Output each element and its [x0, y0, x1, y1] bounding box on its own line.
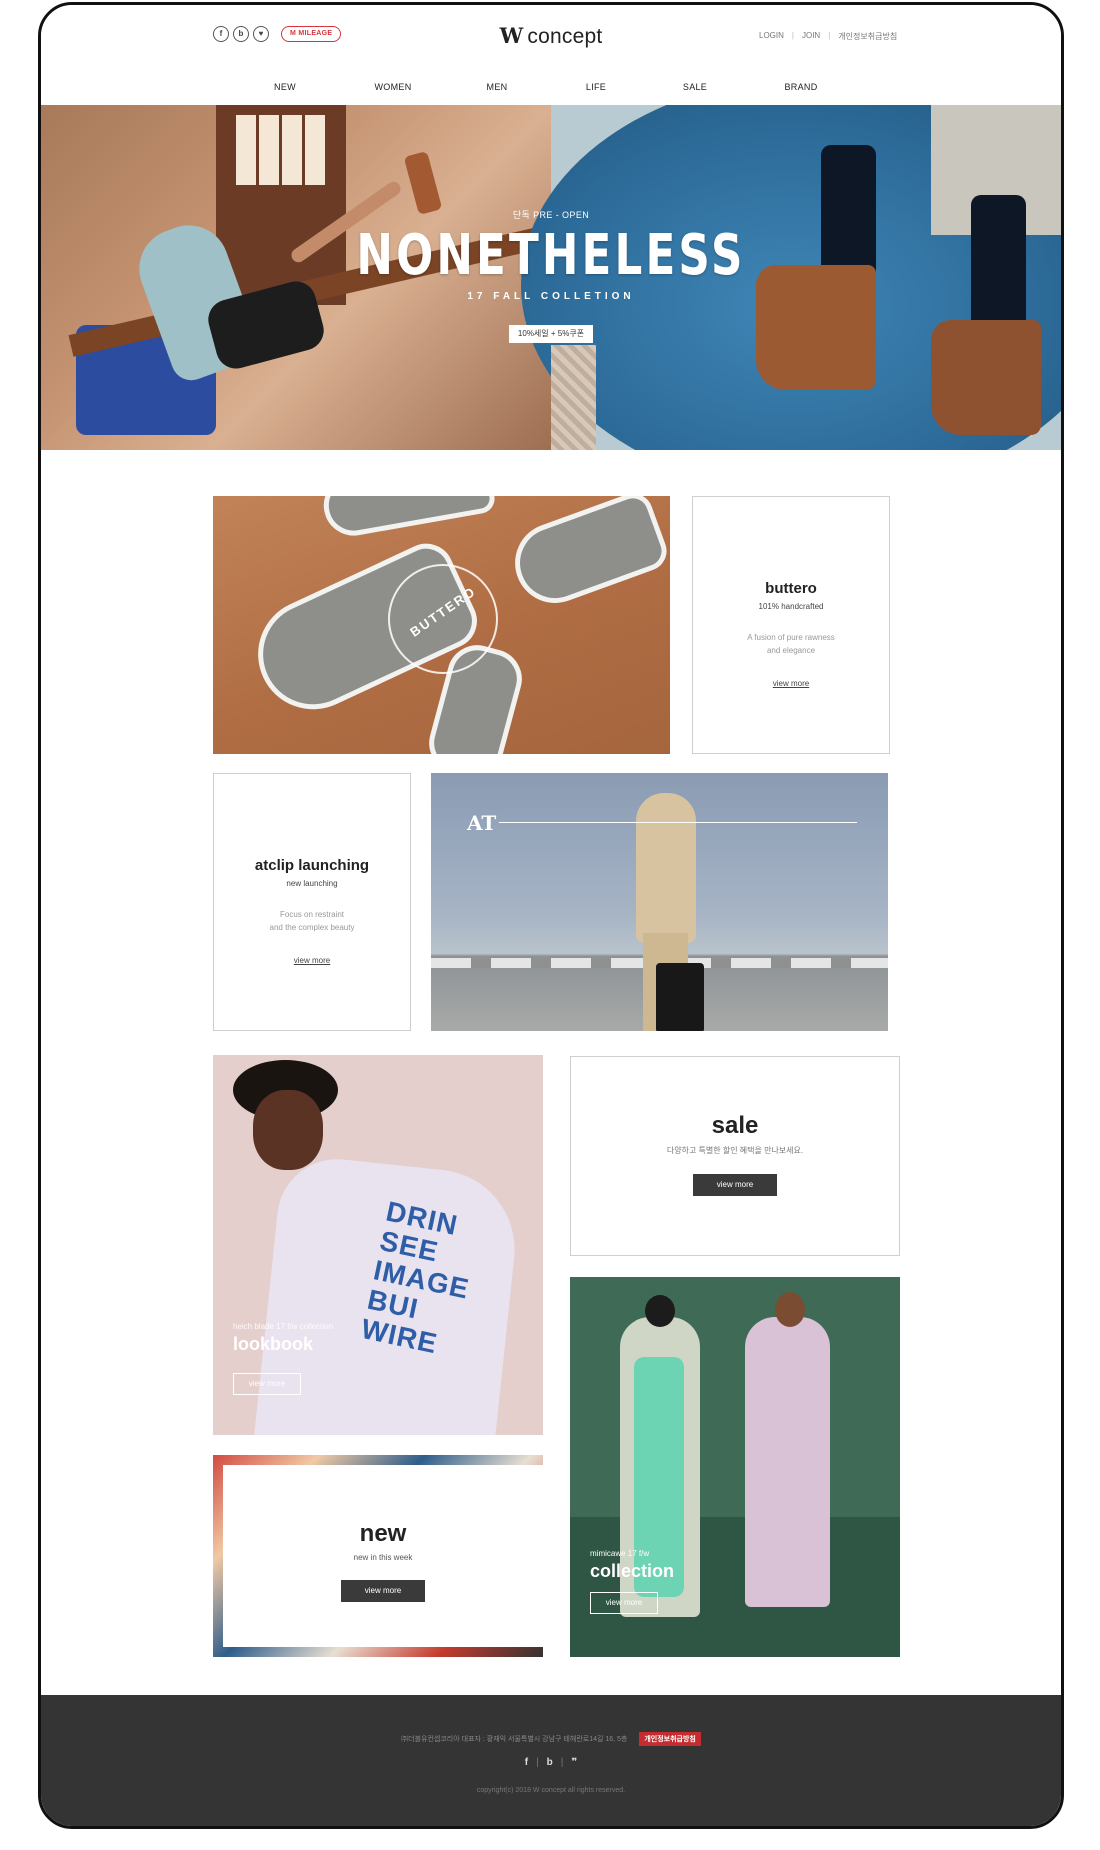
login-link[interactable]: LOGIN: [759, 31, 784, 42]
main-nav: NEW WOMEN MEN LIFE SALE BRAND: [41, 82, 1061, 94]
nav-item-brand[interactable]: BRAND: [784, 82, 817, 92]
separator: |: [536, 1757, 539, 1768]
buttero-view-more-link[interactable]: view more: [773, 679, 809, 688]
site-logo[interactable]: Wconcept: [41, 23, 1061, 49]
separator: |: [828, 31, 831, 40]
model-head: [253, 1090, 323, 1170]
footer-privacy-button[interactable]: 개인정보취급방침: [639, 1732, 701, 1746]
atclip-card: atclip launching new launching Focus on …: [213, 773, 411, 1031]
facebook-icon[interactable]: f: [525, 1757, 528, 1768]
hero-preopen-label: 단독 PRE - OPEN: [512, 210, 590, 220]
model-head-left: [645, 1295, 675, 1327]
atclip-view-more-link[interactable]: view more: [294, 956, 330, 965]
atclip-title: atclip launching: [254, 857, 370, 874]
new-card: new new in this week view more: [223, 1465, 543, 1647]
collection-title: collection: [590, 1561, 675, 1581]
new-view-more-button[interactable]: view more: [341, 1580, 425, 1602]
buttero-description: A fusion of pure rawness and elegance: [747, 633, 835, 655]
lookbook-brand: heich blade 17 f/w collection: [233, 1322, 334, 1331]
collection-caption: mimicawe 17 f/w collection view more: [590, 1549, 674, 1614]
atclip-description: Focus on restraint and the complex beaut…: [269, 910, 355, 932]
logo-text: concept: [527, 25, 603, 48]
site-footer: ㈜더블유컨셉코리아 대표자 : 황재익 서울특별시 강남구 테헤란로14길 16…: [41, 1695, 1061, 1826]
separator: |: [560, 1757, 564, 1768]
device-frame: f b ♥ M MILEAGE Wconcept LOGIN | JOIN | …: [38, 2, 1064, 1829]
collection-view-more-button[interactable]: view more: [590, 1592, 658, 1614]
nav-item-men[interactable]: MEN: [487, 82, 508, 92]
lookbook-title: lookbook: [233, 1334, 313, 1354]
sale-card: sale 다양하고 특별한 할인 혜택을 만나보세요. view more: [570, 1056, 900, 1256]
atclip-subtitle: new launching: [286, 879, 338, 888]
atclip-logo-text: AT: [467, 811, 497, 835]
site-header: f b ♥ M MILEAGE Wconcept LOGIN | JOIN | …: [41, 5, 1061, 105]
buttero-card: buttero 101% handcrafted A fusion of pur…: [692, 496, 890, 754]
utility-links: LOGIN | JOIN | 개인정보취급방침: [759, 31, 897, 42]
hero-title: NONETHELESS: [356, 223, 746, 288]
hero-coupon-button[interactable]: 10%세일 + 5%쿠폰: [509, 325, 593, 343]
atclip-image[interactable]: AT: [431, 773, 888, 1031]
tote-bag: [656, 963, 704, 1031]
blog-icon[interactable]: b: [547, 1757, 553, 1768]
atclip-logo-line: [499, 822, 857, 823]
new-title: new: [359, 1520, 407, 1547]
nav-item-sale[interactable]: SALE: [683, 82, 707, 92]
model-coat-right: [745, 1317, 830, 1607]
sneaker-shape: [319, 496, 497, 541]
nav-item-life[interactable]: LIFE: [586, 82, 606, 92]
new-block: new new in this week view more: [213, 1455, 543, 1657]
buttero-title: buttero: [765, 580, 817, 597]
nav-item-women[interactable]: WOMEN: [375, 82, 412, 92]
separator: |: [791, 31, 794, 40]
join-link[interactable]: JOIN: [802, 31, 820, 42]
browser-screen: f b ♥ M MILEAGE Wconcept LOGIN | JOIN | …: [41, 5, 1061, 1826]
hero-banner[interactable]: 단독 PRE - OPEN NONETHELESS 17 FALL COLLET…: [41, 105, 1061, 450]
collection-brand: mimicawe 17 f/w: [590, 1549, 650, 1558]
sale-title: sale: [711, 1112, 759, 1139]
buttero-subtitle: 101% handcrafted: [758, 602, 824, 611]
privacy-link[interactable]: 개인정보취급방침: [838, 31, 897, 42]
buttero-image[interactable]: BUTTERO: [213, 496, 670, 754]
logo-mark: W: [499, 23, 524, 48]
hero-caption: 단독 PRE - OPEN NONETHELESS 17 FALL COLLET…: [41, 105, 1061, 450]
company-info: ㈜더블유컨셉코리아 대표자 : 황재익 서울특별시 강남구 테헤란로14길 16…: [41, 1732, 1061, 1746]
quote-icon[interactable]: ❞: [571, 1757, 577, 1768]
lookbook-view-more-button[interactable]: view more: [233, 1373, 301, 1395]
collection-image[interactable]: mimicawe 17 f/w collection view more: [570, 1277, 900, 1657]
nav-item-new[interactable]: NEW: [274, 82, 296, 92]
hero-subtitle: 17 FALL COLLETION: [467, 291, 635, 302]
footer-social-links: f | b | ❞: [41, 1757, 1061, 1768]
model-figure: [636, 793, 696, 943]
sneaker-shape: [503, 496, 670, 615]
new-subtitle: new in this week: [353, 1553, 413, 1562]
sale-view-more-button[interactable]: view more: [693, 1174, 777, 1196]
lookbook-image[interactable]: DRIN SEE IMAGE BUI WIRE heich blade 17 f…: [213, 1055, 543, 1435]
model-head-right: [775, 1292, 805, 1327]
copyright: copyright(c) 2018 W concept all rights r…: [476, 1787, 626, 1794]
lookbook-caption: heich blade 17 f/w collection lookbook v…: [233, 1322, 333, 1395]
company-address: ㈜더블유컨셉코리아 대표자 : 황재익 서울특별시 강남구 테헤란로14길 16…: [401, 1736, 628, 1743]
sale-subtitle: 다양하고 특별한 할인 혜택을 만나보세요.: [666, 1146, 804, 1155]
